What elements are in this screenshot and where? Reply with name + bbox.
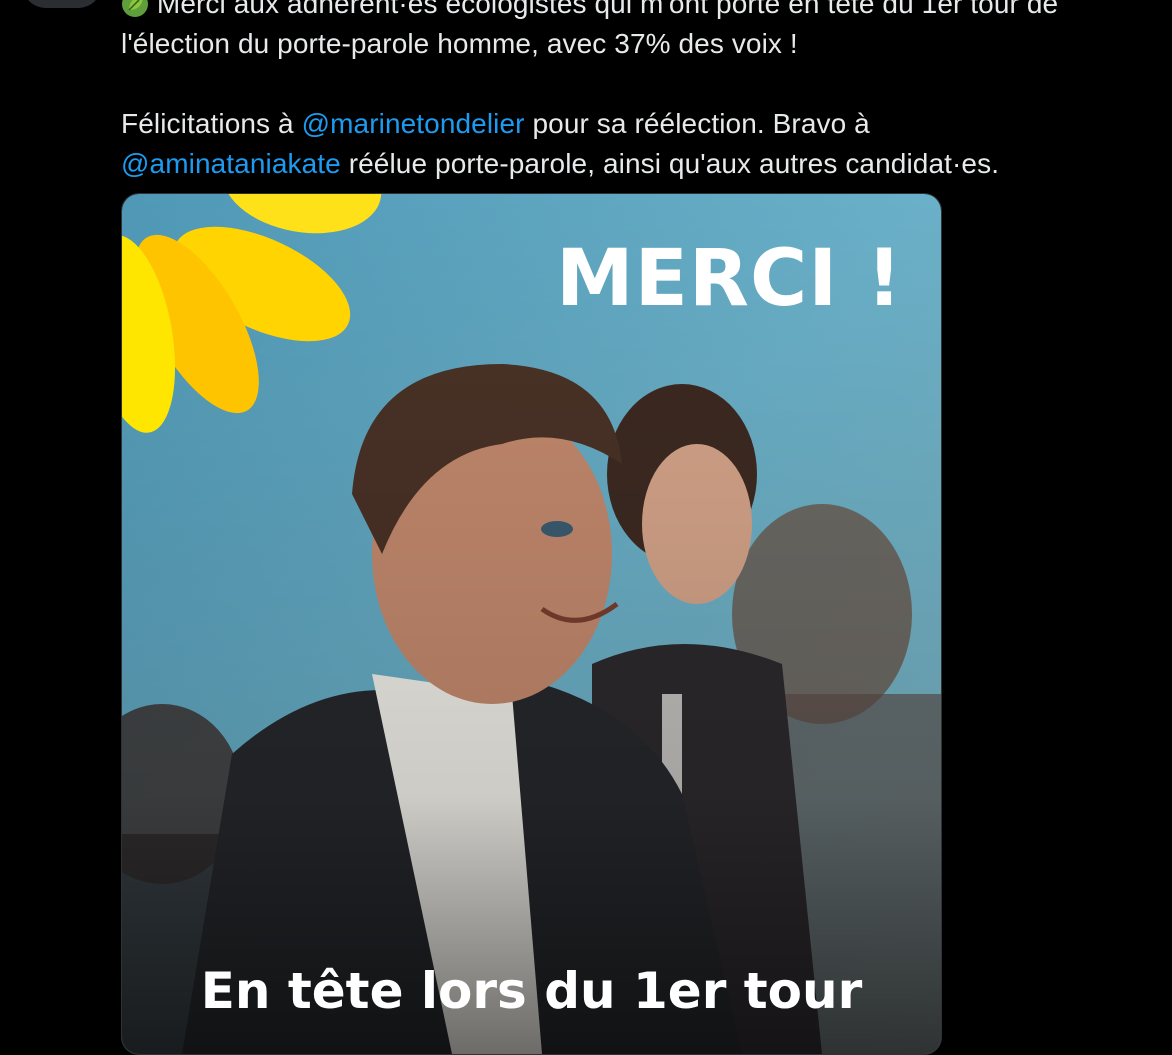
- image-headline: MERCI !: [556, 234, 903, 324]
- tweet-body: Merci aux adhérent·es écologistes qui m'…: [121, 0, 1161, 184]
- mention-link[interactable]: @marinetondelier: [302, 108, 525, 139]
- author-avatar[interactable]: [22, 0, 102, 8]
- tweet-line-2: l'élection du porte-parole homme, avec 3…: [121, 28, 798, 59]
- tweet-line-1: Merci aux adhérent·es écologistes qui m'…: [121, 0, 1161, 24]
- leaf-icon: [121, 0, 149, 17]
- tweet-text-segment: Félicitations à: [121, 108, 302, 139]
- image-caption: En tête lors du 1er tour: [200, 962, 863, 1020]
- tweet-text-segment: pour sa réélection. Bravo à: [524, 108, 870, 139]
- tweet-text-segment: réélue porte-parole, ainsi qu'aux autres…: [340, 148, 1000, 179]
- tweet-paragraph-2-line-2: @aminataniakate réélue porte-parole, ain…: [121, 144, 1161, 184]
- tweet-media-image[interactable]: MERCI ! En tête lors du 1er tour: [121, 193, 942, 1055]
- mention-link[interactable]: @aminataniakate: [121, 148, 341, 179]
- tweet-line-1-text: Merci aux adhérent·es écologistes qui m'…: [156, 0, 1059, 19]
- tweet-paragraph-2-line-1: Félicitations à @marinetondelier pour sa…: [121, 104, 1161, 144]
